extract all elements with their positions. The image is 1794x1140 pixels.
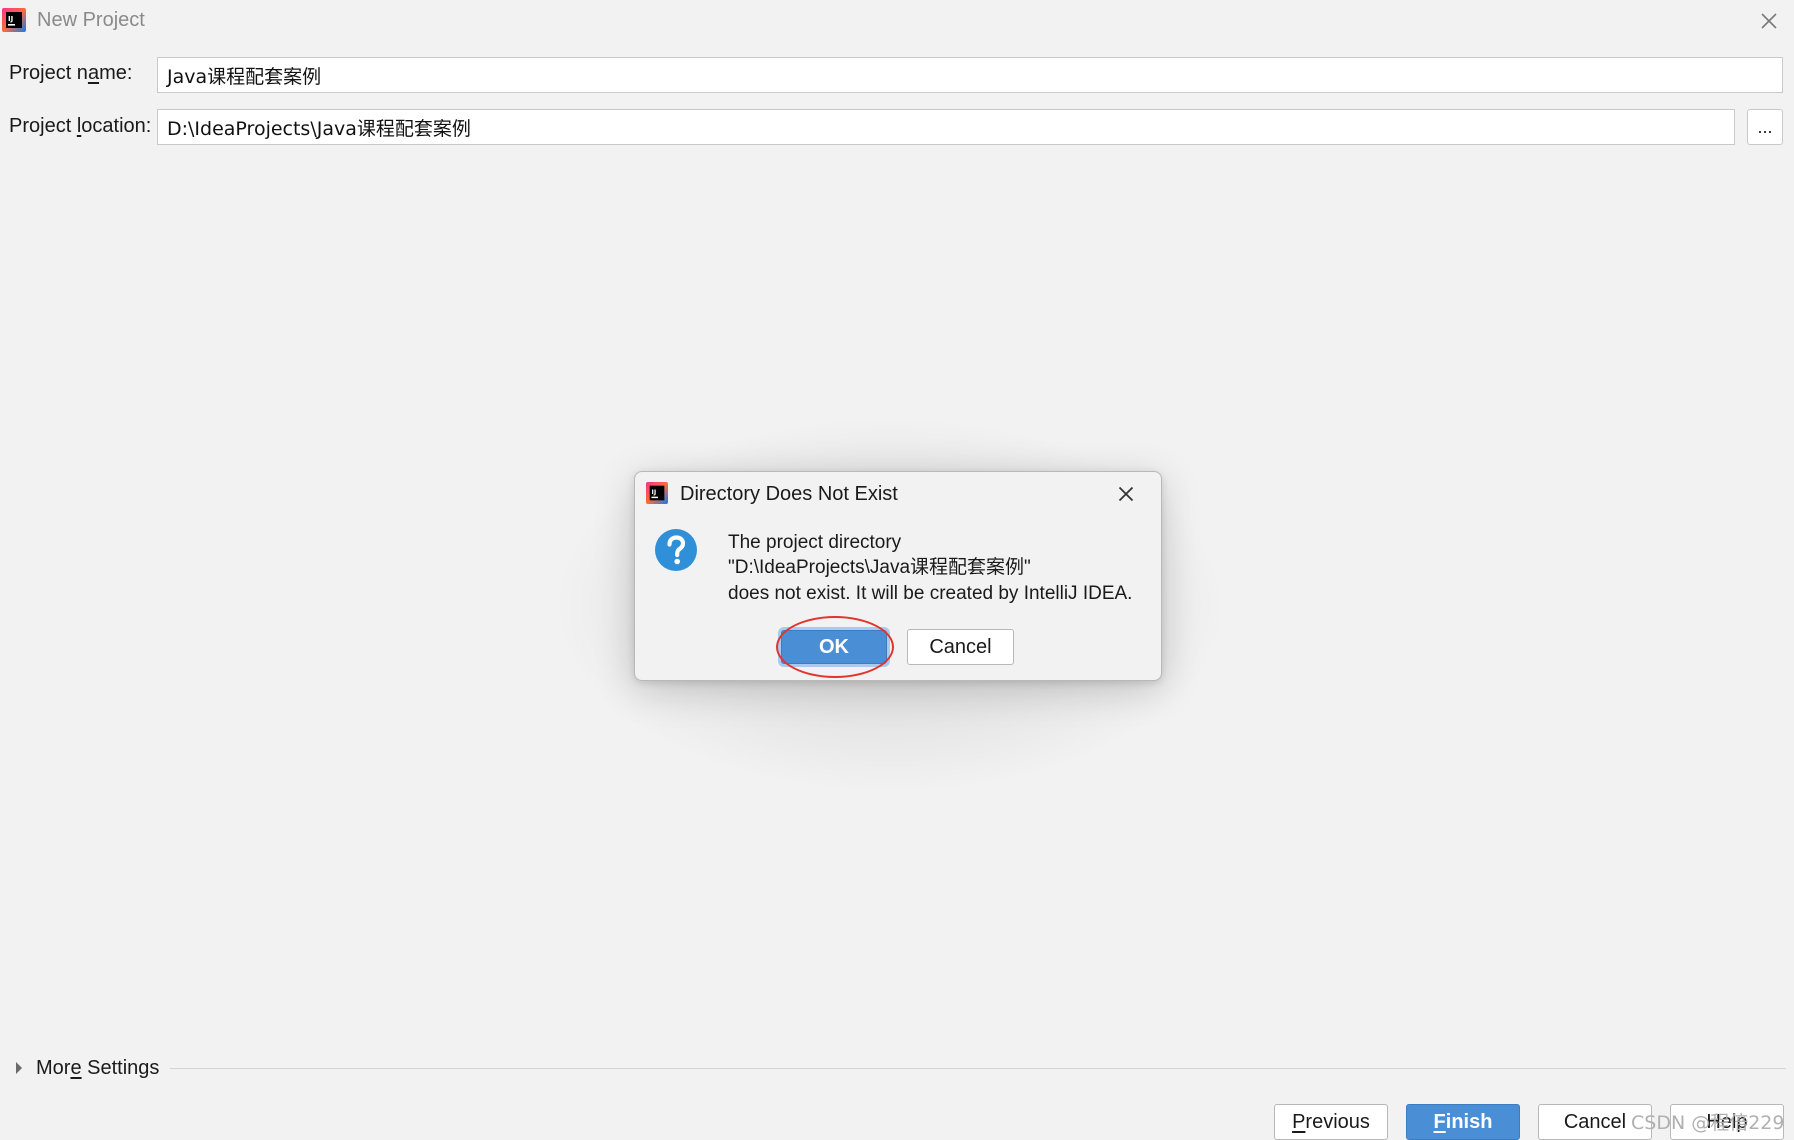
dialog-intellij-logo-icon: IJ (646, 482, 668, 504)
more-settings-toggle[interactable]: More Settings (14, 1054, 159, 1082)
dialog-message-line1: The project directory (728, 532, 902, 553)
dialog-title: Directory Does Not Exist (680, 483, 898, 505)
previous-button[interactable]: Previous (1274, 1104, 1388, 1140)
csdn-watermark: CSDN @程倍229 (1631, 1112, 1785, 1134)
question-icon (654, 528, 698, 572)
svg-text:IJ: IJ (8, 15, 13, 23)
svg-text:IJ: IJ (652, 488, 657, 496)
dialog-ok-button[interactable]: OK (781, 630, 887, 664)
window-title: New Project (37, 9, 145, 31)
project-location-label: Project location: (9, 115, 152, 137)
intellij-logo-icon: IJ (2, 8, 26, 32)
dialog-message-path: "D:\IdeaProjects\Java课程配套案例" (728, 557, 1031, 578)
project-name-input[interactable]: Java课程配套案例 (157, 57, 1783, 93)
dialog-cancel-button[interactable]: Cancel (907, 629, 1014, 665)
dialog-message-line3: does not exist. It will be created by In… (728, 583, 1133, 604)
browse-location-button[interactable]: ... (1747, 109, 1783, 145)
project-name-label: Project name: (9, 62, 133, 84)
close-icon (1118, 486, 1134, 502)
more-settings-divider (170, 1068, 1786, 1069)
finish-button[interactable]: Finish (1406, 1104, 1520, 1140)
close-icon (1761, 13, 1777, 29)
chevron-right-icon (16, 1062, 22, 1074)
more-settings-label: More Settings (36, 1056, 160, 1079)
window-close-button[interactable] (1756, 8, 1782, 34)
project-location-input[interactable]: D:\IdeaProjects\Java课程配套案例 (157, 109, 1735, 145)
dialog-close-button[interactable] (1114, 482, 1138, 506)
